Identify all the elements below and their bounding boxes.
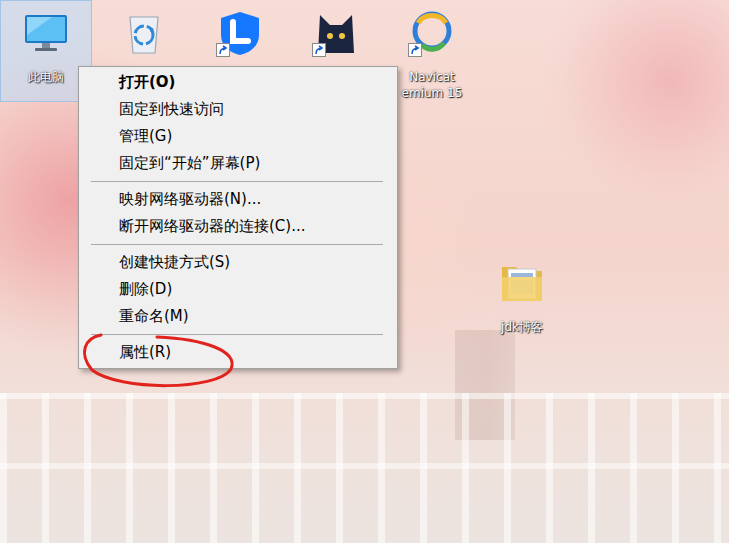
menu-item[interactable]: 断开网络驱动器的连接(C)... — [79, 213, 397, 240]
menu-item[interactable]: 删除(D) — [79, 276, 397, 303]
fence — [0, 393, 729, 543]
menu-separator — [79, 240, 397, 249]
menu-item[interactable]: 固定到快速访问 — [79, 96, 397, 123]
folder-desktop-icon[interactable]: jdk博客 — [474, 250, 570, 342]
menu-item[interactable]: 打开(O) — [79, 69, 397, 96]
red-circle-annotation — [79, 339, 80, 340]
menu-item[interactable]: 固定到“开始”屏幕(P) — [79, 150, 397, 177]
desktop-icon-label: Navicat emium 15 — [400, 69, 465, 101]
folder-icon — [498, 259, 546, 307]
recycle-bin-icon — [120, 9, 168, 57]
menu-separator — [79, 177, 397, 186]
desktop-icon[interactable]: Navicat emium 15 — [384, 0, 480, 102]
computer-icon — [22, 9, 70, 57]
menu-item[interactable]: 管理(G) — [79, 123, 397, 150]
menu-item[interactable]: 属性(R) — [79, 339, 397, 366]
context-menu: 打开(O)固定到快速访问管理(G)固定到“开始”屏幕(P) 映射网络驱动器(N).… — [78, 66, 398, 369]
shortcut-arrow-icon — [312, 43, 326, 57]
menu-item[interactable]: 映射网络驱动器(N)... — [79, 186, 397, 213]
menu-separator — [79, 330, 397, 339]
shortcut-arrow-icon — [408, 43, 422, 57]
menu-item[interactable]: 创建快捷方式(S) — [79, 249, 397, 276]
desktop-icon-label: jdk博客 — [499, 319, 545, 335]
menu-item[interactable]: 重命名(M) — [79, 303, 397, 330]
desktop: 此电脑 Navicat emium 15 jdk博客 打开(O)固定到快速访问管理(G… — [0, 0, 729, 543]
desktop-icon-label: 此电脑 — [26, 69, 66, 85]
shortcut-arrow-icon — [216, 43, 230, 57]
